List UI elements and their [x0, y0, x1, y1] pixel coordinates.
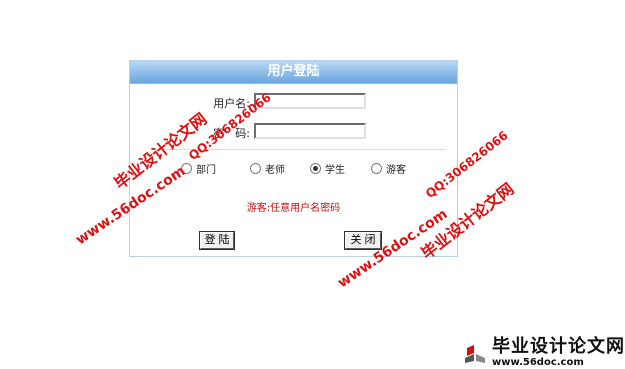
radio-teacher-label: 老师 — [265, 165, 285, 176]
login-button[interactable]: 登 陆 — [200, 232, 234, 249]
brand-logo: 毕业设计论文网 www.56doc.com — [464, 338, 625, 368]
brand-name: 毕业设计论文网 — [492, 336, 625, 357]
radio-teacher[interactable]: 老师 — [250, 161, 285, 176]
close-button[interactable]: 关 闭 — [345, 232, 381, 249]
radio-student-circle[interactable] — [310, 163, 321, 174]
radio-teacher-circle[interactable] — [250, 163, 261, 174]
radio-guest[interactable]: 游客 — [371, 161, 406, 176]
radio-guest-circle[interactable] — [371, 163, 382, 174]
open-book-icon — [465, 345, 485, 363]
radio-student[interactable]: 学生 — [310, 161, 345, 176]
radio-student-label: 学生 — [325, 165, 345, 176]
password-input[interactable] — [254, 123, 366, 139]
guest-hint: 游客:任意用户名密码 — [246, 203, 341, 214]
radio-guest-label: 游客 — [386, 165, 406, 176]
radio-department-label: 部门 — [196, 165, 216, 176]
login-title: 用户登陆 — [130, 61, 457, 84]
brand-url: www.56doc.com — [492, 357, 584, 368]
